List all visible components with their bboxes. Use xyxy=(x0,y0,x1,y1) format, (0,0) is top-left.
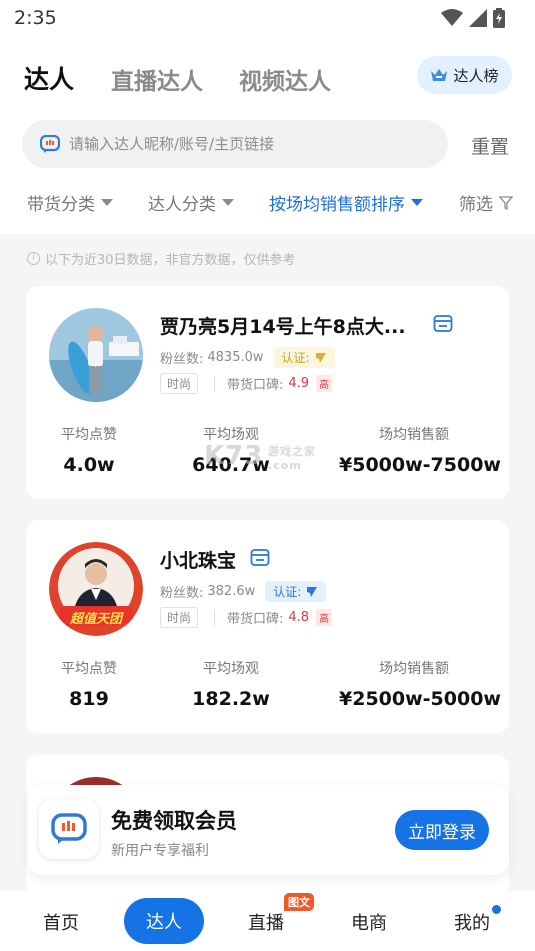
status-icons xyxy=(441,8,505,28)
metric-label: 场均销售额 xyxy=(379,427,449,443)
dropdown-arrow-icon xyxy=(101,199,113,206)
verify-badge: 认证: xyxy=(273,347,335,368)
metric-label: 平均点赞 xyxy=(61,427,117,443)
crown-icon xyxy=(431,69,448,81)
filter-talent-category[interactable]: 达人分类 xyxy=(148,190,234,215)
dropdown-arrow-icon xyxy=(222,199,234,206)
metric-avg-likes: 平均点赞 819 xyxy=(53,658,125,710)
rating-label: 带货口碑: xyxy=(227,378,284,393)
fans-label: 粉丝数: xyxy=(160,586,204,601)
tab-live-talent[interactable]: 直播达人 xyxy=(111,62,203,96)
nav-live[interactable]: 直播 xyxy=(248,909,284,935)
divider xyxy=(214,375,216,392)
watermark-main: K73 xyxy=(204,441,264,471)
notice-text: 以下为近30日数据，非官方数据，仅供参考 xyxy=(45,253,296,268)
verify-label: 认证: xyxy=(273,585,302,599)
store-icon[interactable] xyxy=(250,547,270,567)
ranking-button[interactable]: 达人榜 xyxy=(417,56,512,94)
reset-button[interactable]: 重置 xyxy=(471,132,509,159)
talent-name: 小北珠宝 xyxy=(160,550,237,572)
promo-subtitle: 新用户专享福利 xyxy=(111,843,209,859)
data-notice: i 以下为近30日数据，非官方数据，仅供参考 xyxy=(27,249,296,268)
filter-screen[interactable]: 筛选 xyxy=(459,190,513,215)
filter-label: 筛选 xyxy=(459,195,493,215)
fans-count: 382.6w xyxy=(207,584,256,599)
rating-score: 4.9 xyxy=(288,376,310,391)
rating-score: 4.8 xyxy=(288,610,310,625)
talent-card[interactable]: 超值天团 小北珠宝 粉丝数: 382.6w 认证: 时尚 带货口碑: 4.8 高… xyxy=(26,520,509,733)
rating-label: 带货口碑: xyxy=(227,612,284,627)
category-tag: 时尚 xyxy=(160,607,199,628)
metric-label: 平均点赞 xyxy=(61,661,117,677)
metric-value: 182.2w xyxy=(192,688,270,710)
live-badge: 图文 xyxy=(284,893,314,911)
avatar: 超值天团 xyxy=(49,542,143,636)
metric-avg-likes: 平均点赞 4.0w xyxy=(53,424,125,476)
nav-ecommerce[interactable]: 电商 xyxy=(351,909,387,935)
metric-value: 819 xyxy=(69,688,109,710)
sort-by-sales[interactable]: 按场均销售额排序 xyxy=(269,190,423,215)
talent-name: 贾乃亮5月14号上午8点大... xyxy=(160,316,406,338)
metric-value: 4.0w xyxy=(63,454,115,476)
promo-title: 免费领取会员 xyxy=(111,809,237,833)
tab-video-talent[interactable]: 视频达人 xyxy=(239,62,331,96)
metric-avg-views: 平均场观 182.2w xyxy=(191,658,271,710)
battery-icon xyxy=(493,8,505,28)
dropdown-arrow-icon xyxy=(411,199,423,206)
rating-level-badge: 高 xyxy=(316,609,333,626)
filter-label: 达人分类 xyxy=(148,195,216,215)
signal-icon xyxy=(469,9,487,27)
fans-count: 4835.0w xyxy=(207,350,264,365)
store-icon[interactable] xyxy=(433,313,453,333)
status-time: 2:35 xyxy=(14,7,57,29)
tags-row: 时尚 带货口碑: 4.9 高 xyxy=(160,373,333,394)
fans-label: 粉丝数: xyxy=(160,352,204,367)
verify-badge: 认证: xyxy=(265,581,327,602)
funnel-icon xyxy=(499,195,513,210)
talent-card[interactable]: 贾乃亮5月14号上午8点大... 粉丝数: 4835.0w 认证: 时尚 带货口… xyxy=(26,286,509,499)
search-logo-icon xyxy=(40,135,60,153)
tab-talent[interactable]: 达人 xyxy=(24,60,74,96)
fans-row: 粉丝数: 4835.0w 认证: xyxy=(160,347,335,368)
rating-level-badge: 高 xyxy=(316,375,333,392)
verify-label: 认证: xyxy=(281,351,310,365)
member-promo-banner[interactable]: 免费领取会员 新用户专享福利 立即登录 xyxy=(28,785,509,875)
metric-avg-sales: 场均销售额 ¥2500w-5000w xyxy=(339,658,501,710)
metric-avg-sales: 场均销售额 ¥5000w-7500w xyxy=(339,424,501,476)
nav-home[interactable]: 首页 xyxy=(43,909,79,935)
login-button[interactable]: 立即登录 xyxy=(395,810,489,850)
search-box[interactable] xyxy=(22,120,448,168)
verified-flag-icon xyxy=(315,352,326,363)
status-bar: 2:35 xyxy=(0,0,535,36)
avatar-banner-text: 超值天团 xyxy=(69,612,122,627)
bottom-nav: 首页 达人 直播 图文 电商 我的 xyxy=(0,891,535,951)
info-icon: i xyxy=(27,252,40,265)
watermark-sub: 游戏之家 .com xyxy=(268,445,316,472)
filter-product-category[interactable]: 带货分类 xyxy=(27,190,113,215)
filter-label: 按场均销售额排序 xyxy=(269,195,405,215)
filter-label: 带货分类 xyxy=(27,195,95,215)
ranking-button-label: 达人榜 xyxy=(453,66,499,85)
divider xyxy=(214,609,216,626)
fans-row: 粉丝数: 382.6w 认证: xyxy=(160,581,327,602)
header: 达人 直播达人 视频达人 达人榜 重置 带货分类 达人分类 按场均销售额排序 筛… xyxy=(0,36,535,234)
wifi-icon xyxy=(441,9,463,26)
nav-mine[interactable]: 我的 xyxy=(454,909,490,935)
metric-value: ¥2500w-5000w xyxy=(339,688,501,710)
watermark: K73 游戏之家 .com xyxy=(204,441,315,472)
tags-row: 时尚 带货口碑: 4.8 高 xyxy=(160,607,333,628)
category-tag: 时尚 xyxy=(160,373,199,394)
metric-label: 平均场观 xyxy=(203,661,259,677)
notification-dot xyxy=(492,905,501,914)
nav-talent[interactable]: 达人 xyxy=(124,898,204,944)
app-logo-icon xyxy=(39,799,99,859)
avatar xyxy=(49,308,143,402)
metric-label: 场均销售额 xyxy=(379,661,449,677)
metric-value: ¥5000w-7500w xyxy=(339,454,501,476)
search-input[interactable] xyxy=(69,135,429,153)
verified-flag-icon xyxy=(307,586,318,597)
